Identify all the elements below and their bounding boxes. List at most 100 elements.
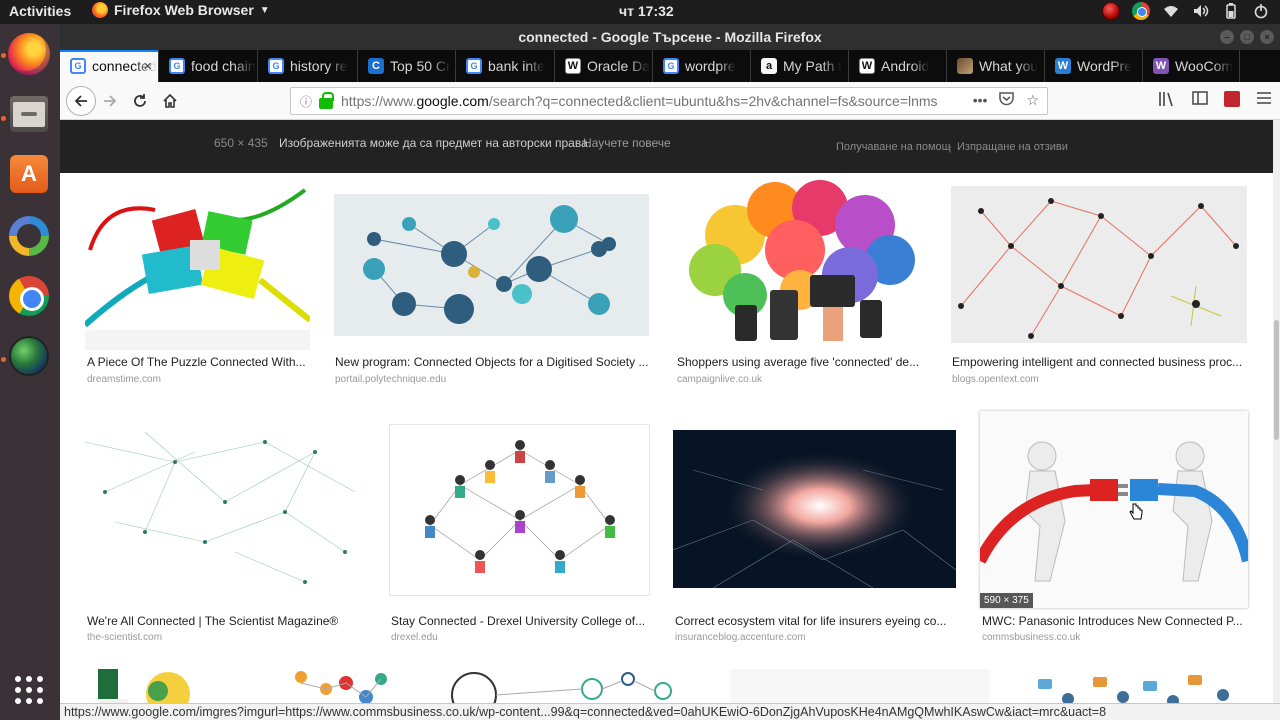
chrome-indicator-icon[interactable] [1132, 2, 1150, 20]
browser-tab[interactable]: W WooCom [1143, 50, 1240, 82]
sidebar-icon[interactable] [1192, 91, 1208, 111]
result-thumbnail[interactable] [675, 180, 923, 345]
image-result[interactable]: Empowering intelligent and connected bus… [950, 180, 1248, 390]
info-icon[interactable]: ⓘ [297, 93, 315, 110]
extension-icon[interactable] [1224, 91, 1240, 107]
forward-arrow-icon [104, 95, 117, 107]
url-text[interactable]: https://www.google.com/search?q=connecte… [341, 93, 961, 109]
activities-button[interactable]: Activities [9, 3, 71, 19]
close-tab-icon[interactable]: × [143, 58, 152, 75]
browser-tab[interactable]: Ghistory re [258, 50, 358, 82]
firefox-small-icon [92, 2, 108, 18]
result-caption[interactable]: Stay Connected - Drexel University Colle… [391, 614, 649, 628]
launcher-dock: A [0, 24, 60, 720]
wikipedia-w-icon: W [859, 58, 875, 74]
app-menu[interactable]: Firefox Web Browser ▼ [92, 2, 270, 18]
tab-label: WooCom [1175, 58, 1234, 74]
get-help-link[interactable]: Получаване на помощ [836, 141, 951, 153]
browser-tab[interactable]: Gbank inte [456, 50, 555, 82]
browser-tab[interactable]: C Top 50 Cr [358, 50, 456, 82]
tab-label: bank inte [488, 58, 545, 74]
browser-tab[interactable]: Gwordpre [653, 50, 751, 82]
minimize-icon[interactable]: – [1220, 30, 1234, 44]
result-site[interactable]: campaignlive.co.uk [677, 374, 762, 385]
result-caption[interactable]: Empowering intelligent and connected bus… [952, 355, 1248, 369]
reload-button[interactable] [128, 89, 152, 113]
apps-grid-icon [15, 676, 43, 704]
result-site[interactable]: portail.polytechnique.edu [335, 374, 446, 385]
window-titlebar[interactable]: connected - Google Търсене - Mozilla Fir… [60, 24, 1280, 50]
volume-icon[interactable] [1192, 2, 1210, 20]
result-site[interactable]: drexel.edu [391, 632, 438, 643]
result-caption[interactable]: We're All Connected | The Scientist Maga… [87, 614, 367, 628]
image-result[interactable]: Shoppers using average five 'connected' … [675, 180, 925, 390]
url-bar[interactable]: ⓘ https://www.google.com/search?q=connec… [290, 87, 1048, 115]
image-result[interactable]: Stay Connected - Drexel University Colle… [389, 424, 651, 646]
result-caption[interactable]: MWC: Panasonic Introduces New Connected … [982, 614, 1246, 628]
page-scrollbar[interactable] [1273, 120, 1280, 720]
globe-launcher[interactable] [7, 334, 51, 378]
browser-tab[interactable]: W Oracle Da [555, 50, 653, 82]
page-actions-icon[interactable]: ••• [973, 92, 988, 109]
result-site[interactable]: commsbusiness.co.uk [982, 632, 1080, 643]
lock-icon[interactable] [319, 91, 334, 109]
clock[interactable]: чт 17:32 [619, 3, 674, 19]
browser-tab[interactable]: Gconnected × [60, 50, 159, 82]
result-caption[interactable]: Correct ecosystem vital for life insurer… [675, 614, 956, 628]
show-applications-button[interactable] [7, 668, 51, 712]
home-button[interactable] [158, 89, 182, 113]
forward-button[interactable] [98, 89, 122, 113]
back-arrow-icon [74, 95, 87, 107]
back-button[interactable] [66, 86, 96, 116]
files-launcher[interactable] [7, 92, 51, 136]
app-launcher-ring[interactable] [7, 214, 51, 258]
browser-tab[interactable]: Gfood chain [159, 50, 258, 82]
browser-tab[interactable]: a My Path t [751, 50, 849, 82]
library-icon[interactable] [1158, 91, 1176, 111]
image-dimensions: 650 × 435 [214, 136, 268, 150]
software-launcher[interactable]: A [7, 152, 51, 196]
result-thumbnail[interactable] [673, 430, 956, 588]
woocommerce-icon: W [1153, 58, 1169, 74]
firefox-launcher[interactable] [7, 32, 51, 76]
red-indicator-icon[interactable] [1102, 2, 1120, 20]
image-result[interactable]: We're All Connected | The Scientist Maga… [85, 412, 367, 644]
result-site[interactable]: blogs.opentext.com [952, 374, 1039, 385]
system-tray [1102, 2, 1270, 20]
maximize-icon[interactable]: □ [1240, 30, 1254, 44]
pocket-icon[interactable] [999, 92, 1015, 109]
image-result[interactable]: New program: Connected Objects for a Dig… [333, 180, 651, 390]
result-thumbnail[interactable]: 590 × 375 [980, 411, 1248, 608]
tab-label: Oracle Da [587, 58, 651, 74]
browser-tab[interactable]: What you [947, 50, 1045, 82]
result-site[interactable]: dreamstime.com [87, 374, 161, 385]
image-result[interactable]: 590 × 375 MWC: Panasonic Introduces New … [980, 411, 1248, 646]
result-site[interactable]: the-scientist.com [87, 632, 162, 643]
bookmark-star-icon[interactable]: ☆ [1026, 92, 1039, 109]
image-result[interactable]: Correct ecosystem vital for life insurer… [673, 430, 957, 646]
chrome-launcher[interactable] [7, 274, 51, 318]
result-thumbnail[interactable] [334, 194, 649, 336]
power-menu-icon[interactable] [1252, 2, 1270, 20]
google-images-page: 650 × 435 Изображенията може да са предм… [60, 120, 1280, 720]
result-caption[interactable]: A Piece Of The Puzzle Connected With... [87, 355, 309, 369]
result-thumbnail[interactable] [85, 412, 367, 607]
result-thumbnail[interactable] [389, 424, 650, 596]
browser-tab[interactable]: W WordPre [1045, 50, 1143, 82]
result-caption[interactable]: Shoppers using average five 'connected' … [677, 355, 925, 369]
browser-tab[interactable]: W Android [849, 50, 947, 82]
battery-icon[interactable] [1222, 2, 1240, 20]
result-site[interactable]: insuranceblog.accenture.com [675, 632, 806, 643]
learn-more-link[interactable]: Научете повече [583, 136, 671, 150]
result-thumbnail[interactable] [951, 186, 1247, 343]
google-g-icon: G [70, 58, 86, 74]
result-thumbnail[interactable] [85, 180, 310, 350]
wordpress-icon: W [1055, 58, 1071, 74]
scrollbar-thumb[interactable] [1274, 320, 1279, 440]
hamburger-menu-icon[interactable] [1256, 91, 1272, 111]
wifi-icon[interactable] [1162, 2, 1180, 20]
image-result[interactable]: A Piece Of The Puzzle Connected With... … [85, 180, 310, 390]
result-caption[interactable]: New program: Connected Objects for a Dig… [335, 355, 651, 369]
close-window-icon[interactable]: × [1260, 30, 1274, 44]
send-feedback-link[interactable]: Изпращане на отзиви [957, 141, 1068, 153]
